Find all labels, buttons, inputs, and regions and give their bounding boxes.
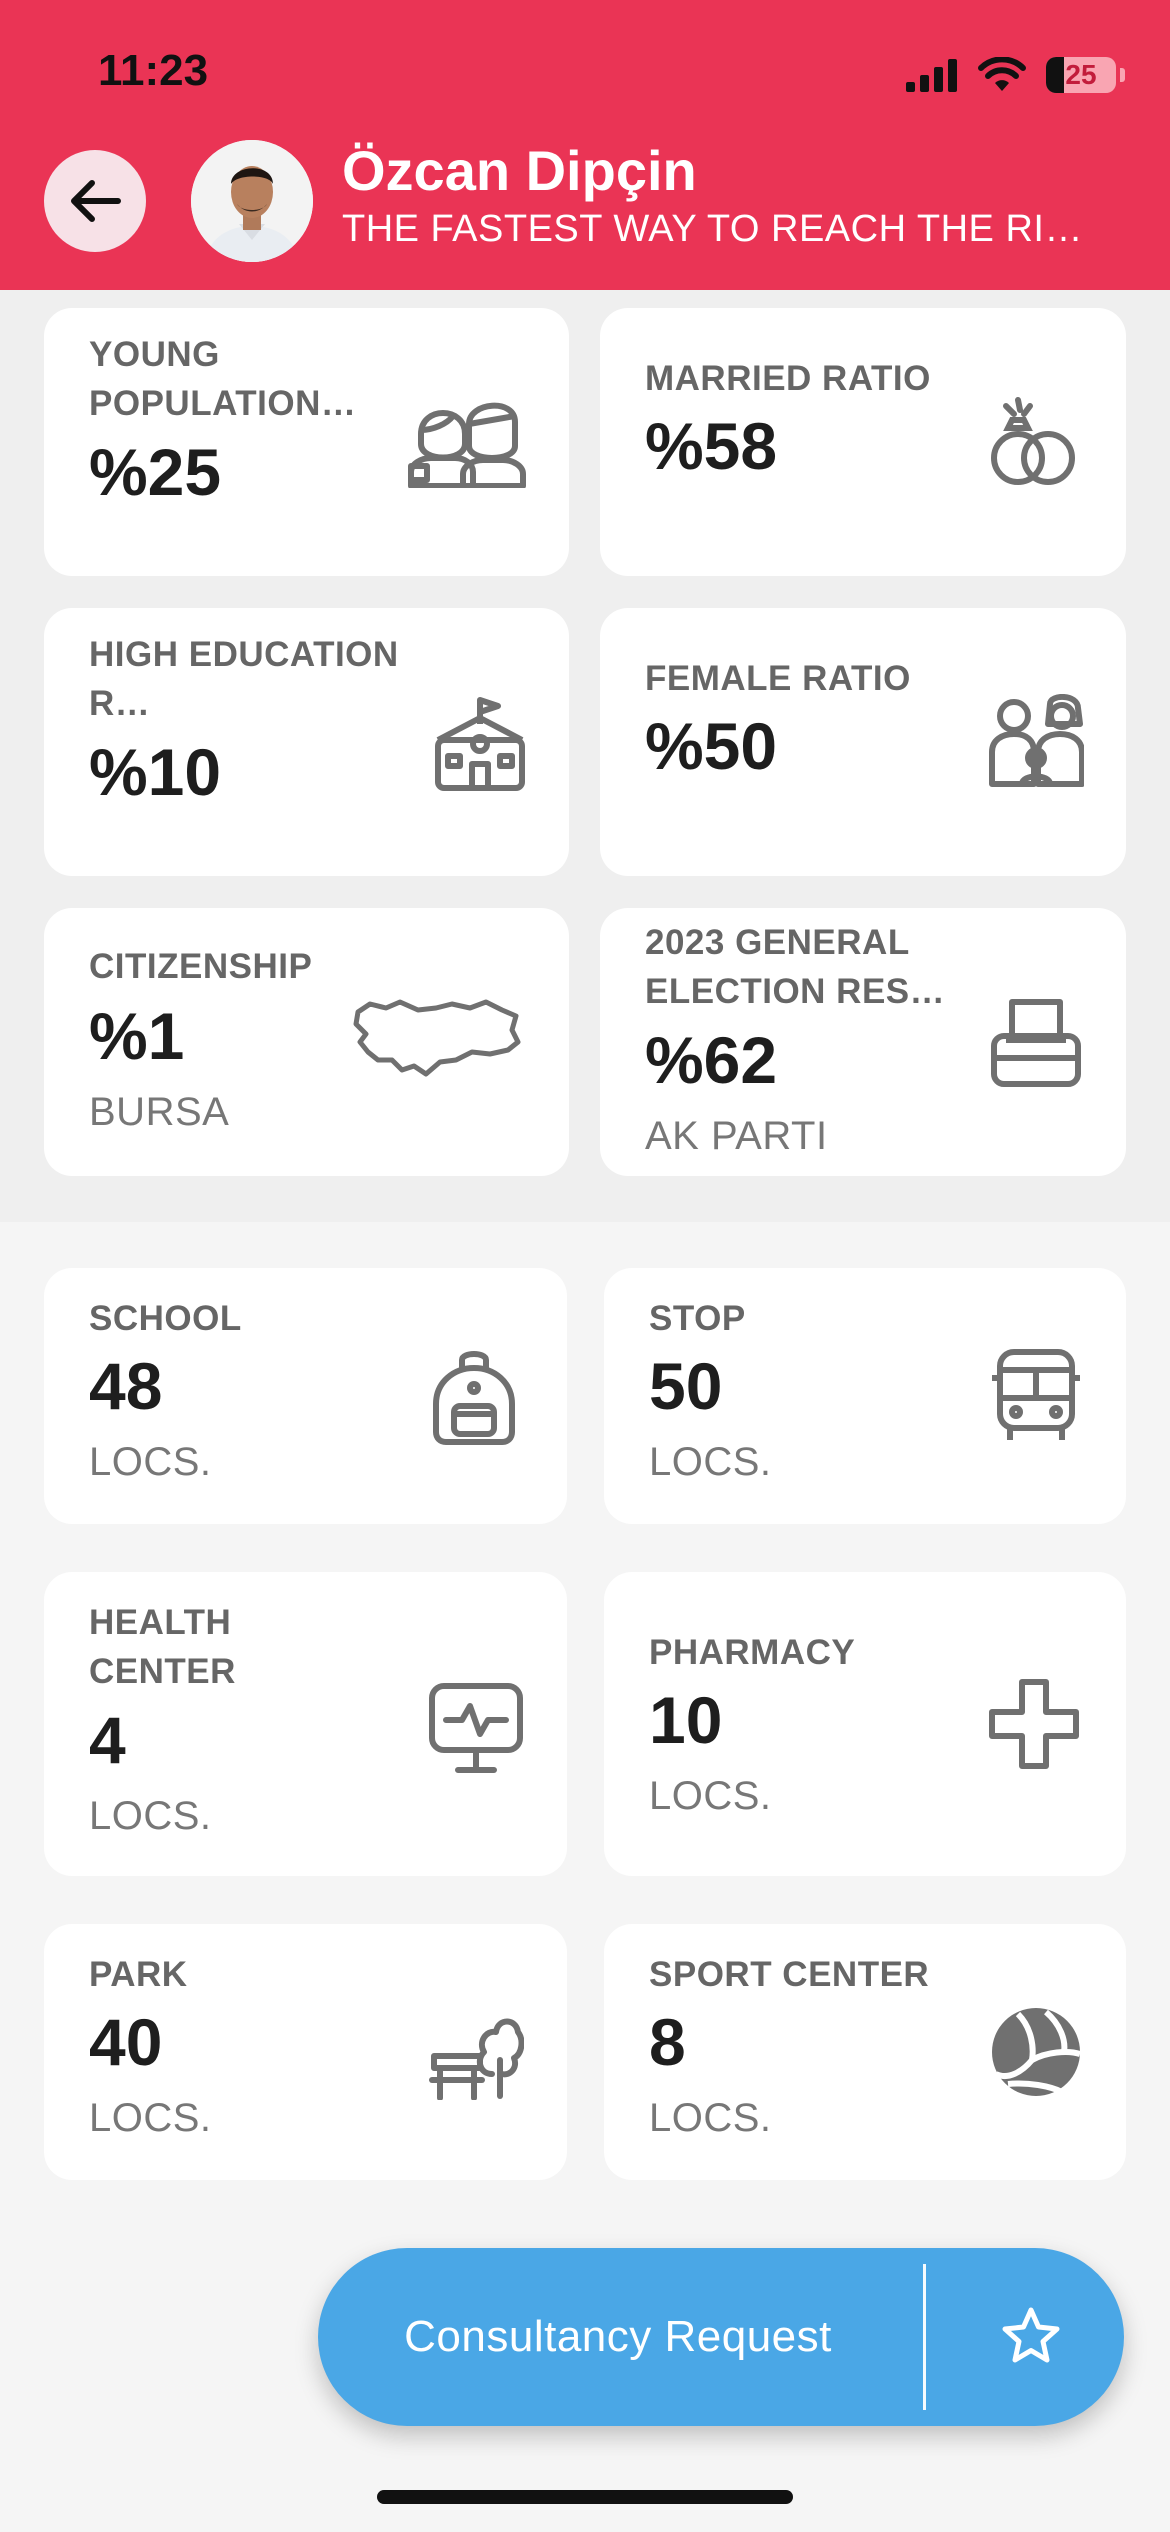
place-card-stop[interactable]: STOP 50 LOCS. xyxy=(604,1268,1126,1524)
stat-card-election-result[interactable]: 2023 GENERAL ELECTION RES… %62 AK PARTI xyxy=(600,908,1126,1176)
profile-subtitle: THE FASTEST WAY TO REACH THE RIGHT INFOR… xyxy=(342,208,1112,250)
stat-sub: AK PARTI xyxy=(645,1114,828,1158)
place-value: 4 xyxy=(89,1703,126,1777)
place-label: SCHOOL xyxy=(89,1299,242,1338)
stat-card-high-education[interactable]: HIGH EDUCATION R… %10 xyxy=(44,608,569,876)
stat-value: %25 xyxy=(89,435,222,509)
stat-value: %10 xyxy=(89,735,222,809)
profile-name: Özcan Dipçin xyxy=(342,139,697,202)
place-sub: LOCS. xyxy=(89,1440,212,1484)
stat-card-citizenship[interactable]: CITIZENSHIP %1 BURSA xyxy=(44,908,569,1176)
stat-value: %50 xyxy=(645,709,778,783)
place-card-park[interactable]: PARK 40 LOCS. xyxy=(44,1924,567,2180)
stat-value: %58 xyxy=(645,409,778,483)
place-label: PHARMACY xyxy=(649,1633,856,1672)
stat-sub: BURSA xyxy=(89,1090,230,1134)
place-value: 8 xyxy=(649,2005,686,2079)
consultancy-request-bar: Consultancy Request xyxy=(318,2248,1124,2426)
place-label: PARK xyxy=(89,1955,188,1994)
wifi-icon xyxy=(978,57,1026,91)
battery-level: 25 xyxy=(1065,59,1097,90)
stat-card-married-ratio[interactable]: MARRIED RATIO %58 xyxy=(600,308,1126,576)
park-bench-icon xyxy=(428,2004,524,2100)
place-card-pharmacy[interactable]: PHARMACY 10 LOCS. xyxy=(604,1572,1126,1876)
place-label: HEALTH CENTER xyxy=(89,1603,236,1691)
back-button[interactable] xyxy=(44,150,146,252)
place-value: 50 xyxy=(649,1349,723,1423)
statistics-section: YOUNG POPULATION… %25 MARRIED RATIO %58 xyxy=(0,290,1170,1222)
backpack-icon xyxy=(428,1350,520,1446)
place-value: 10 xyxy=(649,1683,723,1757)
cta-divider xyxy=(923,2264,926,2410)
turkey-map-icon xyxy=(352,994,522,1084)
health-monitor-icon xyxy=(428,1682,524,1774)
stat-label: YOUNG POPULATION… xyxy=(89,335,357,423)
app-header: 11:23 25 Özcan Dipçin THE FASTEST WAY TO… xyxy=(0,0,1170,290)
family-icon xyxy=(988,694,1084,790)
rings-icon xyxy=(988,396,1084,492)
stat-label: MARRIED RATIO xyxy=(645,359,931,398)
place-sub: LOCS. xyxy=(89,2096,212,2140)
stat-card-female-ratio[interactable]: FEMALE RATIO %50 xyxy=(600,608,1126,876)
home-indicator xyxy=(377,2490,793,2504)
school-building-icon xyxy=(432,696,528,792)
place-label: STOP xyxy=(649,1299,746,1338)
place-sub: LOCS. xyxy=(649,1440,772,1484)
place-card-school[interactable]: SCHOOL 48 LOCS. xyxy=(44,1268,567,1524)
medical-cross-icon xyxy=(988,1678,1080,1770)
bus-icon xyxy=(988,1348,1084,1444)
young-people-icon xyxy=(407,394,527,488)
status-time: 11:23 xyxy=(98,46,209,95)
stat-label: 2023 GENERAL ELECTION RES… xyxy=(645,923,946,1011)
place-label: SPORT CENTER xyxy=(649,1955,930,1994)
place-sub: LOCS. xyxy=(649,1774,772,1818)
stat-value: %62 xyxy=(645,1023,778,1097)
consultancy-request-button[interactable]: Consultancy Request xyxy=(318,2248,918,2426)
ballot-box-icon xyxy=(988,996,1084,1092)
stat-card-young-population[interactable]: YOUNG POPULATION… %25 xyxy=(44,308,569,576)
place-card-health-center[interactable]: HEALTH CENTER 4 LOCS. xyxy=(44,1572,567,1876)
avatar xyxy=(191,140,313,262)
stat-value: %1 xyxy=(89,999,185,1073)
battery-icon: 25 xyxy=(1046,57,1125,93)
star-icon xyxy=(1002,2307,1060,2363)
place-sub: LOCS. xyxy=(89,1794,212,1838)
signal-icon xyxy=(906,59,957,92)
status-icons: 25 xyxy=(906,52,1125,98)
place-value: 40 xyxy=(89,2005,163,2079)
stat-label: FEMALE RATIO xyxy=(645,659,911,698)
stat-label: CITIZENSHIP xyxy=(89,947,313,986)
stat-label: HIGH EDUCATION R… xyxy=(89,635,399,723)
volleyball-icon xyxy=(988,2004,1084,2100)
place-sub: LOCS. xyxy=(649,2096,772,2140)
place-card-sport-center[interactable]: SPORT CENTER 8 LOCS. xyxy=(604,1924,1126,2180)
favorite-button[interactable] xyxy=(938,2248,1124,2426)
arrow-left-icon xyxy=(71,180,121,222)
place-value: 48 xyxy=(89,1349,163,1423)
